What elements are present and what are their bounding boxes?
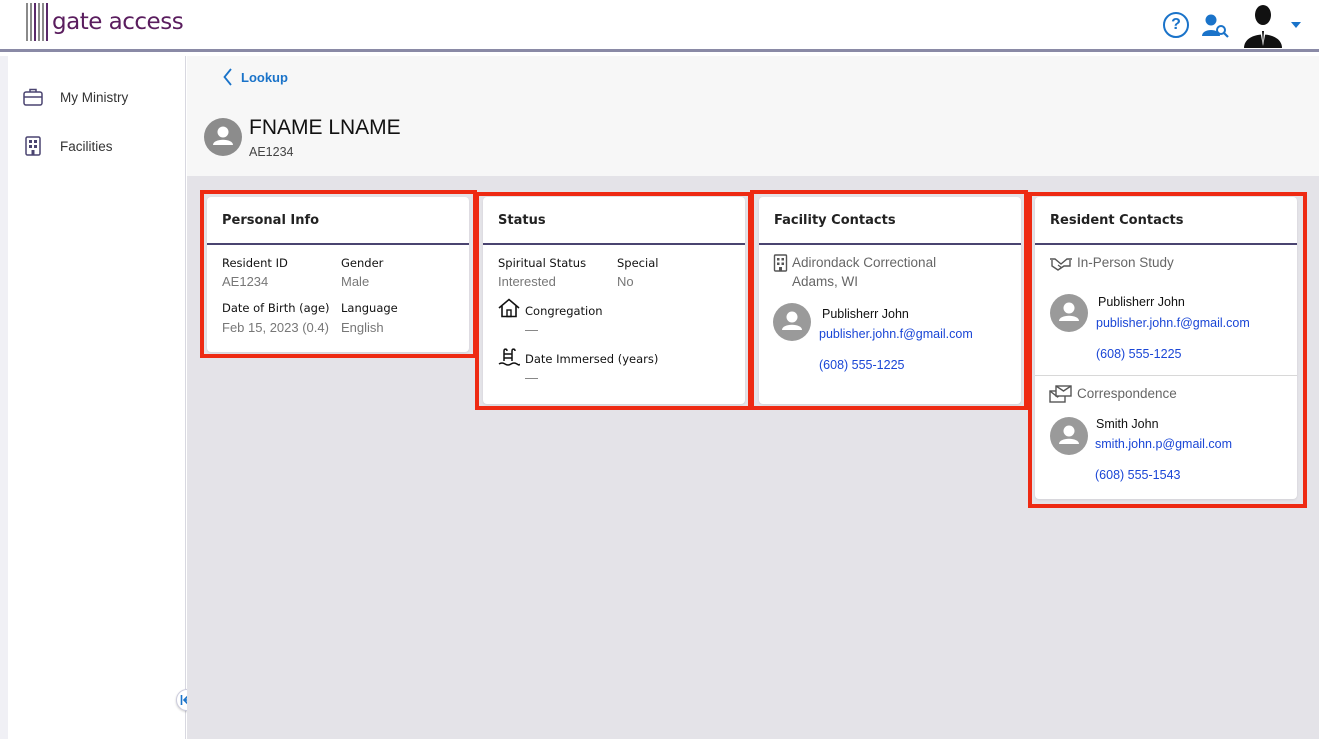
sidebar-item-label: Facilities bbox=[60, 138, 113, 154]
logo-text: gate access bbox=[52, 9, 184, 35]
highlight-box-resident-contacts bbox=[1028, 192, 1307, 508]
chevron-down-icon[interactable] bbox=[1291, 22, 1301, 28]
avatar bbox=[204, 118, 242, 156]
sidebar: My Ministry Facilities bbox=[8, 56, 186, 739]
back-link[interactable]: Lookup bbox=[223, 68, 288, 86]
highlight-box-facility-contacts bbox=[750, 190, 1028, 410]
content-area: Personal Info Resident ID AE1234 Gender … bbox=[187, 176, 1319, 739]
building-icon bbox=[25, 136, 41, 156]
user-avatar-icon[interactable] bbox=[1241, 2, 1285, 48]
highlight-box-status bbox=[475, 192, 752, 410]
left-edge bbox=[0, 56, 8, 739]
briefcase-icon bbox=[23, 88, 43, 106]
page-title: FNAME LNAME bbox=[249, 116, 401, 139]
resident-header: Lookup FNAME LNAME AE1234 bbox=[187, 56, 1319, 176]
sidebar-item-my-ministry[interactable]: My Ministry bbox=[22, 86, 128, 108]
chevron-left-icon bbox=[223, 68, 232, 86]
sidebar-item-label: My Ministry bbox=[60, 89, 129, 105]
highlight-box-personal-info bbox=[200, 190, 477, 358]
back-link-label: Lookup bbox=[241, 69, 288, 85]
user-search-icon[interactable] bbox=[1201, 12, 1229, 38]
top-bar: gate access ? bbox=[0, 0, 1319, 52]
resident-id: AE1234 bbox=[249, 145, 294, 159]
person-icon bbox=[213, 126, 233, 145]
sidebar-item-facilities[interactable]: Facilities bbox=[22, 135, 113, 157]
help-circle-icon[interactable]: ? bbox=[1163, 12, 1189, 38]
app-logo[interactable]: gate access bbox=[26, 2, 184, 42]
logo-bars-icon bbox=[26, 3, 48, 41]
